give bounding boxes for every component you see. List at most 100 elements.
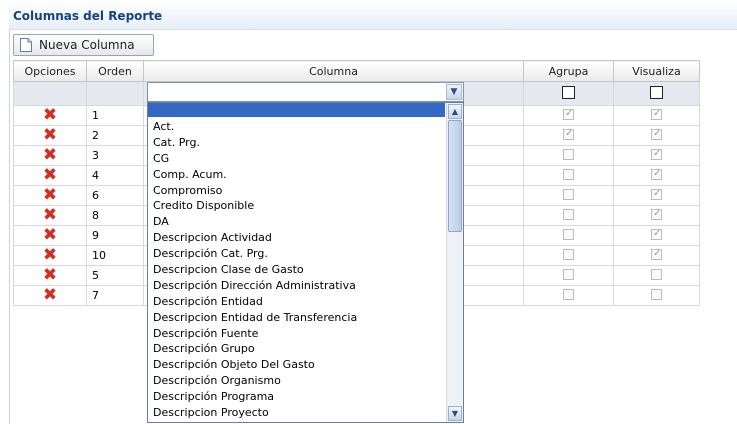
scroll-up-icon[interactable]: ▲ <box>448 104 462 119</box>
header-opciones[interactable]: Opciones <box>13 60 87 82</box>
agrupa-cell <box>523 165 614 186</box>
check-icon: ✓ <box>653 167 662 179</box>
check-icon: ✓ <box>653 227 662 239</box>
delete-x-icon[interactable]: ✖ <box>43 145 57 165</box>
dropdown-scrollbar[interactable]: ▲ ▼ <box>446 103 463 422</box>
dropdown-option[interactable]: CG <box>153 151 357 167</box>
check-icon: ✓ <box>653 207 662 219</box>
opciones-cell: ✖ <box>13 245 87 266</box>
orden-cell: 10 <box>86 245 144 266</box>
agrupa-checkbox[interactable] <box>563 208 574 220</box>
header-visualiza[interactable]: Visualiza <box>613 60 700 82</box>
new-column-button[interactable]: Nueva Columna <box>13 34 154 56</box>
agrupa-checkbox[interactable] <box>563 228 574 240</box>
delete-x-icon[interactable]: ✖ <box>43 265 57 285</box>
visualiza-checkbox[interactable]: ✓ <box>651 207 662 220</box>
delete-x-icon[interactable]: ✖ <box>43 105 57 125</box>
visualiza-cell: ✓ <box>613 225 700 246</box>
agrupa-cell <box>523 205 614 226</box>
panel-title: Columnas del Reporte <box>13 9 163 23</box>
dropdown-option[interactable]: Descripción Cat. Prg. <box>153 246 357 262</box>
visualiza-cell <box>613 265 700 286</box>
agrupa-cell <box>523 245 614 266</box>
visualiza-checkbox[interactable]: ✓ <box>651 227 662 240</box>
agrupa-cell <box>523 225 614 246</box>
new-column-label: Nueva Columna <box>39 38 135 52</box>
agrupa-checkbox[interactable]: ✓ <box>563 107 574 120</box>
dropdown-option[interactable]: Descripción Dirección Administrativa <box>153 278 357 294</box>
dropdown-option[interactable]: Descripción Grupo <box>153 341 357 357</box>
dropdown-option[interactable]: Act. <box>153 119 357 135</box>
dropdown-option[interactable]: Credito Disponible <box>153 198 357 214</box>
delete-x-icon[interactable]: ✖ <box>43 245 57 265</box>
agrupa-checkbox[interactable] <box>563 148 574 160</box>
visualiza-cell: ✓ <box>613 165 700 186</box>
visualiza-cell: ✓ <box>613 245 700 266</box>
agrupa-filter-checkbox[interactable] <box>562 85 575 99</box>
agrupa-cell <box>523 145 614 166</box>
check-icon: ✓ <box>565 107 574 119</box>
scroll-thumb[interactable] <box>448 120 462 232</box>
dropdown-option[interactable]: Descripcion Clase de Gasto <box>153 262 357 278</box>
visualiza-filter-checkbox[interactable] <box>650 85 663 99</box>
orden-cell: 2 <box>86 125 144 146</box>
agrupa-cell: ✓ <box>523 105 614 126</box>
agrupa-checkbox[interactable] <box>563 248 574 260</box>
check-icon: ✓ <box>653 187 662 199</box>
visualiza-checkbox[interactable]: ✓ <box>651 167 662 180</box>
dropdown-option[interactable]: Cat. Prg. <box>153 135 357 151</box>
header-orden[interactable]: Orden <box>86 60 144 82</box>
visualiza-checkbox[interactable]: ✓ <box>651 107 662 120</box>
opciones-cell: ✖ <box>13 145 87 166</box>
visualiza-checkbox[interactable]: ✓ <box>651 148 662 160</box>
orden-cell: 7 <box>86 285 144 306</box>
delete-x-icon[interactable]: ✖ <box>43 225 57 245</box>
visualiza-cell: ✓ <box>613 145 700 166</box>
delete-x-icon[interactable]: ✖ <box>43 185 57 205</box>
dropdown-option[interactable]: Descripción Fuente <box>153 326 357 342</box>
agrupa-checkbox[interactable] <box>563 168 574 180</box>
dropdown-option[interactable]: Descripcion Proyecto <box>153 405 357 421</box>
agrupa-checkbox[interactable]: ✓ <box>563 128 574 140</box>
delete-x-icon[interactable]: ✖ <box>43 285 57 305</box>
opciones-cell: ✖ <box>13 205 87 226</box>
orden-cell: 1 <box>86 105 144 126</box>
opciones-cell: ✖ <box>13 265 87 286</box>
opciones-cell: ✖ <box>13 185 87 206</box>
dropdown-option[interactable]: Descripción Programa <box>153 389 357 405</box>
dropdown-option[interactable]: Descripcion Entidad de Transferencia <box>153 310 357 326</box>
dropdown-option[interactable]: Comp. Acum. <box>153 167 357 183</box>
scroll-down-icon[interactable]: ▼ <box>448 406 462 421</box>
delete-x-icon[interactable]: ✖ <box>43 165 57 185</box>
columna-select[interactable]: ▼ <box>147 82 464 102</box>
dropdown-option[interactable]: Compromiso <box>153 183 357 199</box>
dropdown-option[interactable]: DA <box>153 214 357 230</box>
orden-cell: 8 <box>86 205 144 226</box>
opciones-cell: ✖ <box>13 105 87 126</box>
visualiza-checkbox[interactable]: ✓ <box>651 248 662 260</box>
visualiza-checkbox[interactable] <box>651 268 662 280</box>
header-columna[interactable]: Columna <box>143 60 524 82</box>
agrupa-checkbox[interactable] <box>563 268 574 280</box>
dropdown-option[interactable]: Descripción Objeto Del Gasto <box>153 357 357 373</box>
dropdown-option[interactable]: Descripción Organismo <box>153 373 357 389</box>
agrupa-checkbox[interactable] <box>563 188 574 200</box>
visualiza-cell: ✓ <box>613 125 700 146</box>
filter-cell <box>523 81 614 106</box>
chevron-down-icon[interactable]: ▼ <box>446 84 462 100</box>
delete-x-icon[interactable]: ✖ <box>43 205 57 225</box>
visualiza-checkbox[interactable]: ✓ <box>651 128 662 140</box>
dropdown-option[interactable]: Descripcion Actividad <box>153 230 357 246</box>
agrupa-checkbox[interactable] <box>563 288 574 300</box>
visualiza-checkbox[interactable] <box>651 288 662 300</box>
filter-cell <box>13 81 87 106</box>
check-icon: ✓ <box>653 107 662 119</box>
columna-dropdown-list[interactable]: Act. Cat. Prg. CG Comp. Acum. Compromiso Cred… <box>147 102 464 423</box>
orden-cell: 9 <box>86 225 144 246</box>
opciones-cell: ✖ <box>13 225 87 246</box>
highlighted-option[interactable] <box>148 103 445 117</box>
dropdown-option[interactable]: Descripción Entidad <box>153 294 357 310</box>
delete-x-icon[interactable]: ✖ <box>43 125 57 145</box>
header-agrupa[interactable]: Agrupa <box>523 60 614 82</box>
visualiza-checkbox[interactable]: ✓ <box>651 187 662 200</box>
